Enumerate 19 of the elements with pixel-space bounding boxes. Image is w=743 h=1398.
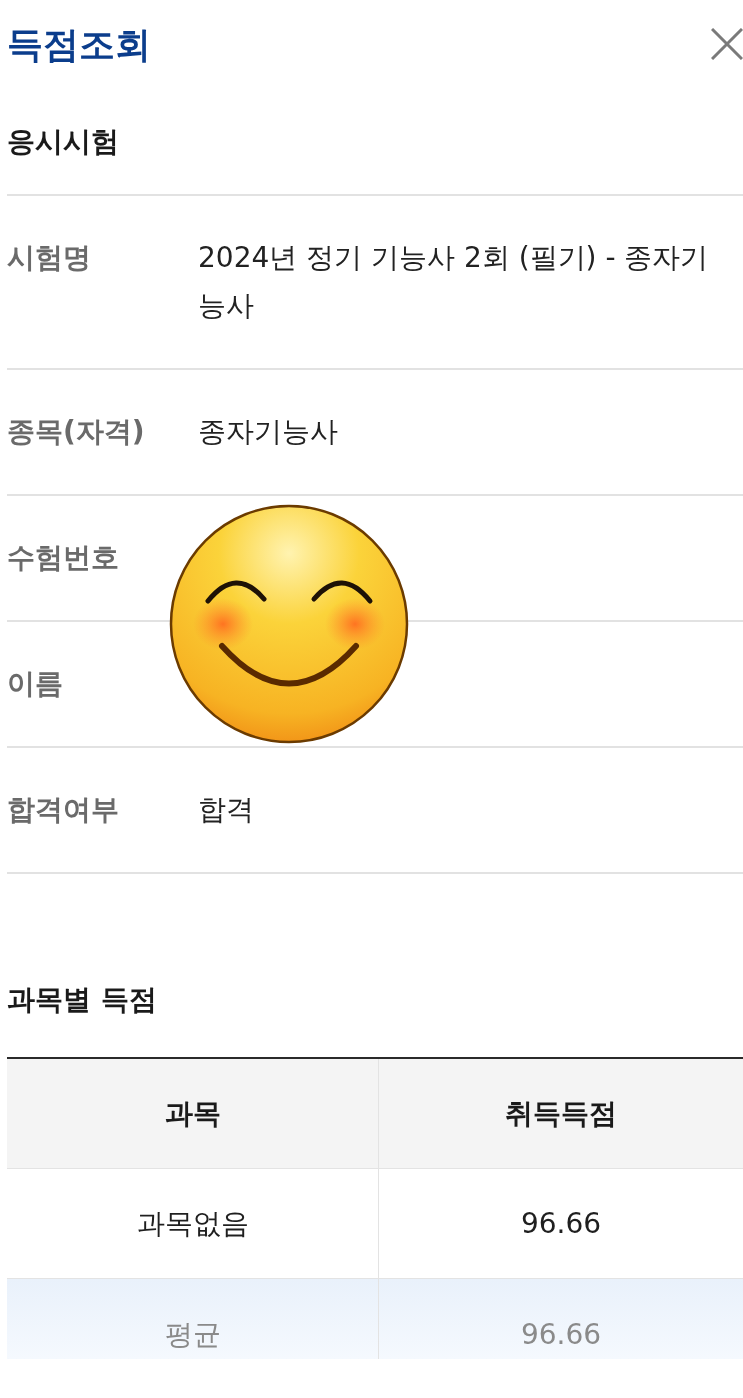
page-title: 득점조회 bbox=[7, 23, 151, 67]
field-label: 시험명 bbox=[7, 240, 92, 276]
field-value: 2024년 정기 기능사 2회 (필기) - 종자기능사 bbox=[198, 240, 710, 324]
average-cell: 96.66 bbox=[379, 1279, 743, 1359]
table-header-cell: 과목 bbox=[7, 1059, 379, 1169]
close-icon bbox=[711, 28, 743, 60]
field-label: 합격여부 bbox=[7, 792, 120, 828]
field-value: 종자기능사 bbox=[198, 414, 339, 450]
field-label: 수험번호 bbox=[7, 540, 120, 576]
table-cell: 과목없음 bbox=[7, 1169, 379, 1279]
table-header-cell: 취득득점 bbox=[379, 1059, 743, 1169]
field-label: 종목(자격) bbox=[7, 414, 146, 450]
average-cell: 평균 bbox=[7, 1279, 379, 1359]
smiling-face-icon bbox=[168, 503, 410, 745]
section-title: 과목별 득점 bbox=[7, 982, 158, 1018]
section-title: 응시시험 bbox=[7, 124, 119, 160]
field-label: 이름 bbox=[7, 666, 64, 702]
close-button[interactable] bbox=[711, 28, 743, 60]
field-value: 합격 bbox=[198, 792, 255, 828]
